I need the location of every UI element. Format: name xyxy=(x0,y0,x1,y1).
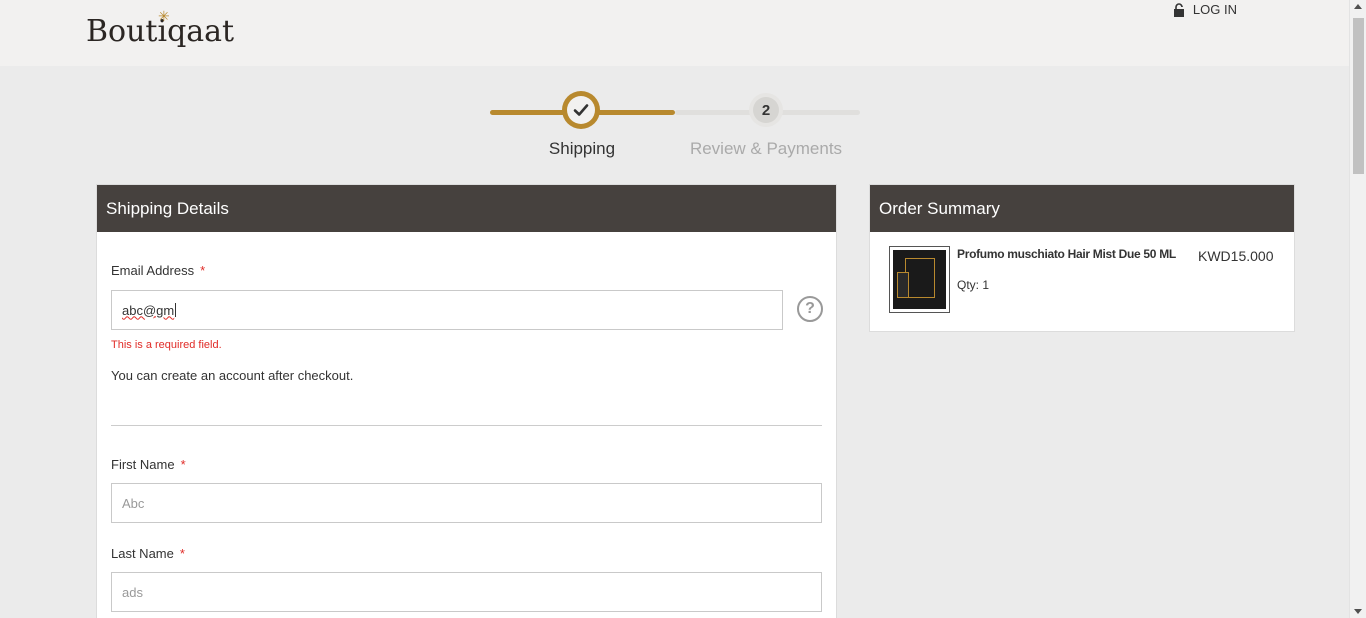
order-summary-panel: Order Summary Profumo muschiato Hair Mis… xyxy=(869,184,1295,332)
last-name-placeholder: ads xyxy=(122,584,143,600)
email-label: Email Address * xyxy=(111,263,205,278)
last-name-label: Last Name * xyxy=(111,546,185,561)
product-name: Profumo muschiato Hair Mist Due 50 ML xyxy=(957,247,1176,261)
boutiqaat-logo[interactable]: Boutiqaat ✳ xyxy=(86,6,234,54)
product-price: KWD15.000 xyxy=(1198,248,1274,264)
required-mark: * xyxy=(180,457,186,472)
product-image xyxy=(893,250,946,309)
divider xyxy=(111,425,822,426)
account-note: You can create an account after checkout… xyxy=(111,368,354,383)
step-review-indicator: 2 xyxy=(749,93,783,127)
lock-icon xyxy=(1173,2,1184,17)
step-shipping-indicator xyxy=(562,91,600,129)
step-review-number: 2 xyxy=(753,97,779,123)
logo-star-icon: ✳ xyxy=(158,8,170,24)
first-name-field[interactable]: Abc xyxy=(111,483,822,523)
scroll-down-arrow-icon[interactable] xyxy=(1354,609,1362,614)
step-shipping-label[interactable]: Shipping xyxy=(532,139,632,159)
last-name-label-text: Last Name xyxy=(111,546,174,561)
first-name-label-text: First Name xyxy=(111,457,175,472)
required-mark: * xyxy=(200,263,206,278)
first-name-label: First Name * xyxy=(111,457,186,472)
login-label: LOG IN xyxy=(1192,2,1237,17)
first-name-placeholder: Abc xyxy=(122,495,145,511)
site-header: Boutiqaat ✳ LOG IN xyxy=(0,0,1349,66)
email-value: abc@gm xyxy=(122,302,175,318)
product-thumbnail[interactable] xyxy=(889,246,950,313)
required-mark: * xyxy=(179,546,185,561)
shipping-details-panel: Shipping Details Email Address * abc@gm ?… xyxy=(96,184,837,618)
email-field[interactable]: abc@gm xyxy=(111,290,783,330)
email-error-message: This is a required field. xyxy=(111,339,222,351)
scroll-up-arrow-icon[interactable] xyxy=(1354,4,1362,9)
login-link[interactable]: LOG IN xyxy=(1173,2,1237,17)
help-icon[interactable]: ? xyxy=(797,296,823,322)
checkmark-icon xyxy=(573,104,589,116)
order-summary-title: Order Summary xyxy=(870,185,1294,232)
step-review-label: Review & Payments xyxy=(689,139,843,158)
checkout-progress: 2 Shipping Review & Payments xyxy=(490,90,860,170)
shipping-details-title: Shipping Details xyxy=(97,185,836,232)
email-label-text: Email Address xyxy=(111,263,195,278)
product-qty: Qty: 1 xyxy=(957,278,990,292)
scroll-thumb[interactable] xyxy=(1353,18,1364,174)
text-caret xyxy=(175,303,177,317)
page-scrollbar[interactable] xyxy=(1349,0,1366,618)
last-name-field[interactable]: ads xyxy=(111,572,822,612)
